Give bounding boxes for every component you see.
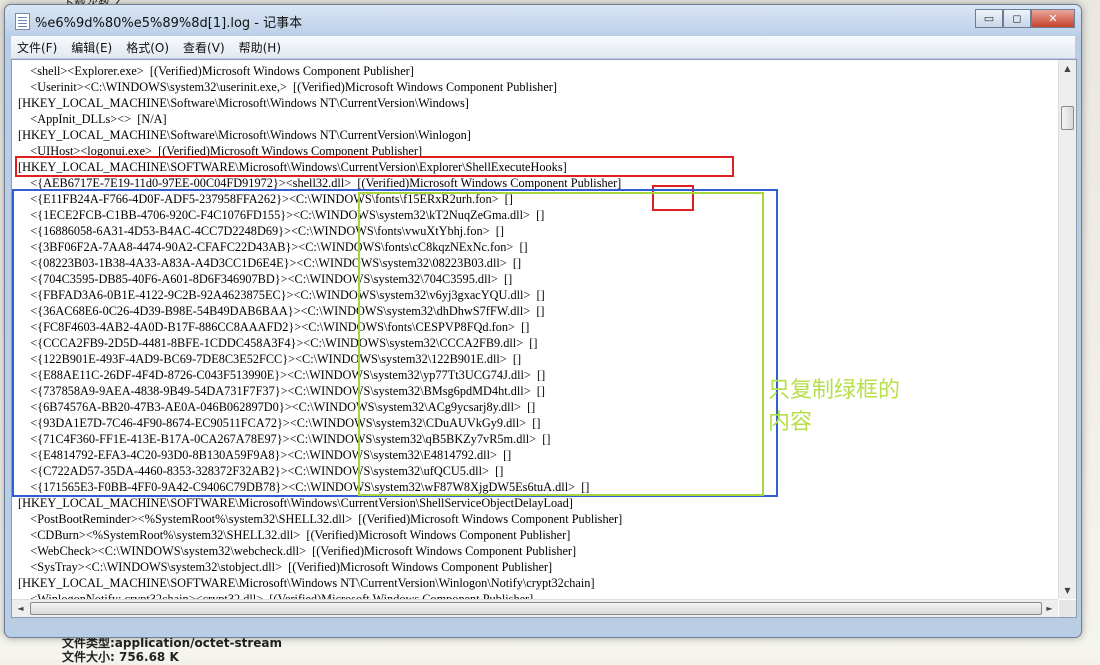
vertical-scrollbar[interactable]: ▲ ▼: [1058, 60, 1076, 599]
text-line: <{6B74576A-BB20-47B3-AE0A-046B062897D0}>…: [18, 400, 536, 414]
text-line: <shell><Explorer.exe> [(Verified)Microso…: [18, 64, 414, 78]
menu-file[interactable]: 文件(F): [17, 39, 57, 56]
scroll-up-icon[interactable]: ▲: [1059, 60, 1076, 77]
text-line: <{CCCA2FB9-2D5D-4481-8BFE-1CDDC458A3F4}>…: [18, 336, 538, 350]
text-line: <{737858A9-9AEA-4838-9B49-54DA731F7F37}>…: [18, 384, 545, 398]
text-line: <WinlogonNotify: crypt32chain><crypt32.d…: [18, 592, 534, 599]
minimize-button[interactable]: ▭: [975, 9, 1003, 28]
vertical-scroll-thumb[interactable]: [1061, 106, 1074, 130]
text-line: <WebCheck><C:\WINDOWS\system32\webcheck.…: [18, 544, 577, 558]
text-line: <Userinit><C:\WINDOWS\system32\userinit.…: [18, 80, 557, 94]
text-line: <{E11FB24A-F766-4D0F-ADF5-237958FFA262}>…: [18, 192, 513, 206]
scroll-right-icon[interactable]: ►: [1041, 600, 1058, 617]
text-line: <{FBFAD3A6-0B1E-4122-9C2B-92A4623875EC}>…: [18, 288, 545, 302]
text-line: <{3BF06F2A-7AA8-4474-90A2-CFAFC22D43AB}>…: [18, 240, 528, 254]
text-line: [HKEY_LOCAL_MACHINE\SOFTWARE\Microsoft\W…: [18, 576, 595, 590]
title-bar[interactable]: %e6%9d%80%e5%89%8d[1].log - 记事本 ▭ ◻ ✕: [5, 5, 1081, 35]
text-line: <PostBootReminder><%SystemRoot%\system32…: [18, 512, 623, 526]
window-title: %e6%9d%80%e5%89%8d[1].log - 记事本: [35, 16, 303, 31]
text-line: <{71C4F360-FF1E-413E-B17A-0CA267A78E97}>…: [18, 432, 551, 446]
text-line: <UIHost><logonui.exe> [(Verified)Microso…: [18, 144, 423, 158]
text-line: [HKEY_LOCAL_MACHINE\Software\Microsoft\W…: [18, 96, 469, 110]
scrollbar-corner: [1059, 600, 1076, 617]
notepad-icon: [15, 13, 30, 30]
text-line: [HKEY_LOCAL_MACHINE\SOFTWARE\Microsoft\W…: [18, 160, 567, 174]
horizontal-scrollbar[interactable]: ◄ ►: [12, 599, 1058, 617]
text-line: <{16886058-6A31-4D53-B4AC-4CC7D2248D69}>…: [18, 224, 504, 238]
close-button[interactable]: ✕: [1031, 9, 1075, 28]
text-line: <{1ECE2FCB-C1BB-4706-920C-F4C1076FD155}>…: [18, 208, 545, 222]
menu-bar: 文件(F) 编辑(E) 格式(O) 查看(V) 帮助(H): [11, 36, 1075, 58]
annotation-note: 只复制绿框的 内容: [768, 375, 900, 439]
text-line: <AppInit_DLLs><> [N/A]: [18, 112, 167, 126]
text-line: <{36AC68E6-0C26-4D39-B98E-54B49DAB6BAA}>…: [18, 304, 545, 318]
horizontal-scroll-thumb[interactable]: [30, 602, 1042, 615]
window-controls: ▭ ◻ ✕: [975, 9, 1075, 28]
editor-client: <shell><Explorer.exe> [(Verified)Microso…: [11, 59, 1077, 618]
text-line: <{122B901E-493F-4AD9-BC69-7DE8C3E52FCC}>…: [18, 352, 522, 366]
annotation-line-2: 内容: [768, 410, 813, 435]
text-line: <{171565E3-F0BB-4FF0-9A42-C9406C79DB78}>…: [18, 480, 590, 494]
notepad-window: %e6%9d%80%e5%89%8d[1].log - 记事本 ▭ ◻ ✕ 文件…: [4, 4, 1082, 638]
text-line: <{E4814792-EFA3-4C20-93D0-8B130A59F9A8}>…: [18, 448, 512, 462]
background-file-size: 文件大小: 756.68 K: [62, 650, 179, 664]
menu-edit[interactable]: 编辑(E): [71, 39, 112, 56]
text-line: [HKEY_LOCAL_MACHINE\Software\Microsoft\W…: [18, 128, 471, 142]
text-line: <{08223B03-1B38-4A33-A83A-A4D3CC1D6E4E}>…: [18, 256, 522, 270]
maximize-button[interactable]: ◻: [1003, 9, 1031, 28]
text-line: <{AEB6717E-7E19-11d0-97EE-00C04FD91972}>…: [18, 176, 622, 190]
text-line: [HKEY_LOCAL_MACHINE\SOFTWARE\Microsoft\W…: [18, 496, 573, 510]
text-line: <{C722AD57-35DA-4460-8353-328372F32AB2}>…: [18, 464, 504, 478]
menu-help[interactable]: 帮助(H): [239, 39, 281, 56]
menu-view[interactable]: 查看(V): [183, 39, 225, 56]
text-line: <SysTray><C:\WINDOWS\system32\stobject.d…: [18, 560, 553, 574]
text-line: <{704C3595-DB85-40F6-A601-8D6F346907BD}>…: [18, 272, 513, 286]
scroll-left-icon[interactable]: ◄: [12, 600, 29, 617]
scroll-down-icon[interactable]: ▼: [1059, 582, 1076, 599]
text-editor[interactable]: <shell><Explorer.exe> [(Verified)Microso…: [12, 60, 1058, 599]
text-line: <{93DA1E7D-7C46-4F90-8674-EC90511FCA72}>…: [18, 416, 541, 430]
text-line: <{FC8F4603-4AB2-4A0D-B17F-886CC8AAAFD2}>…: [18, 320, 530, 334]
text-line: <{E88AE11C-26DF-4F4D-8726-C043F513990E}>…: [18, 368, 546, 382]
text-line: <CDBurn><%SystemRoot%\system32\SHELL32.d…: [18, 528, 571, 542]
red-box-empty-signature: [652, 185, 694, 211]
menu-format[interactable]: 格式(O): [126, 39, 169, 56]
annotation-line-1: 只复制绿框的: [768, 378, 901, 403]
